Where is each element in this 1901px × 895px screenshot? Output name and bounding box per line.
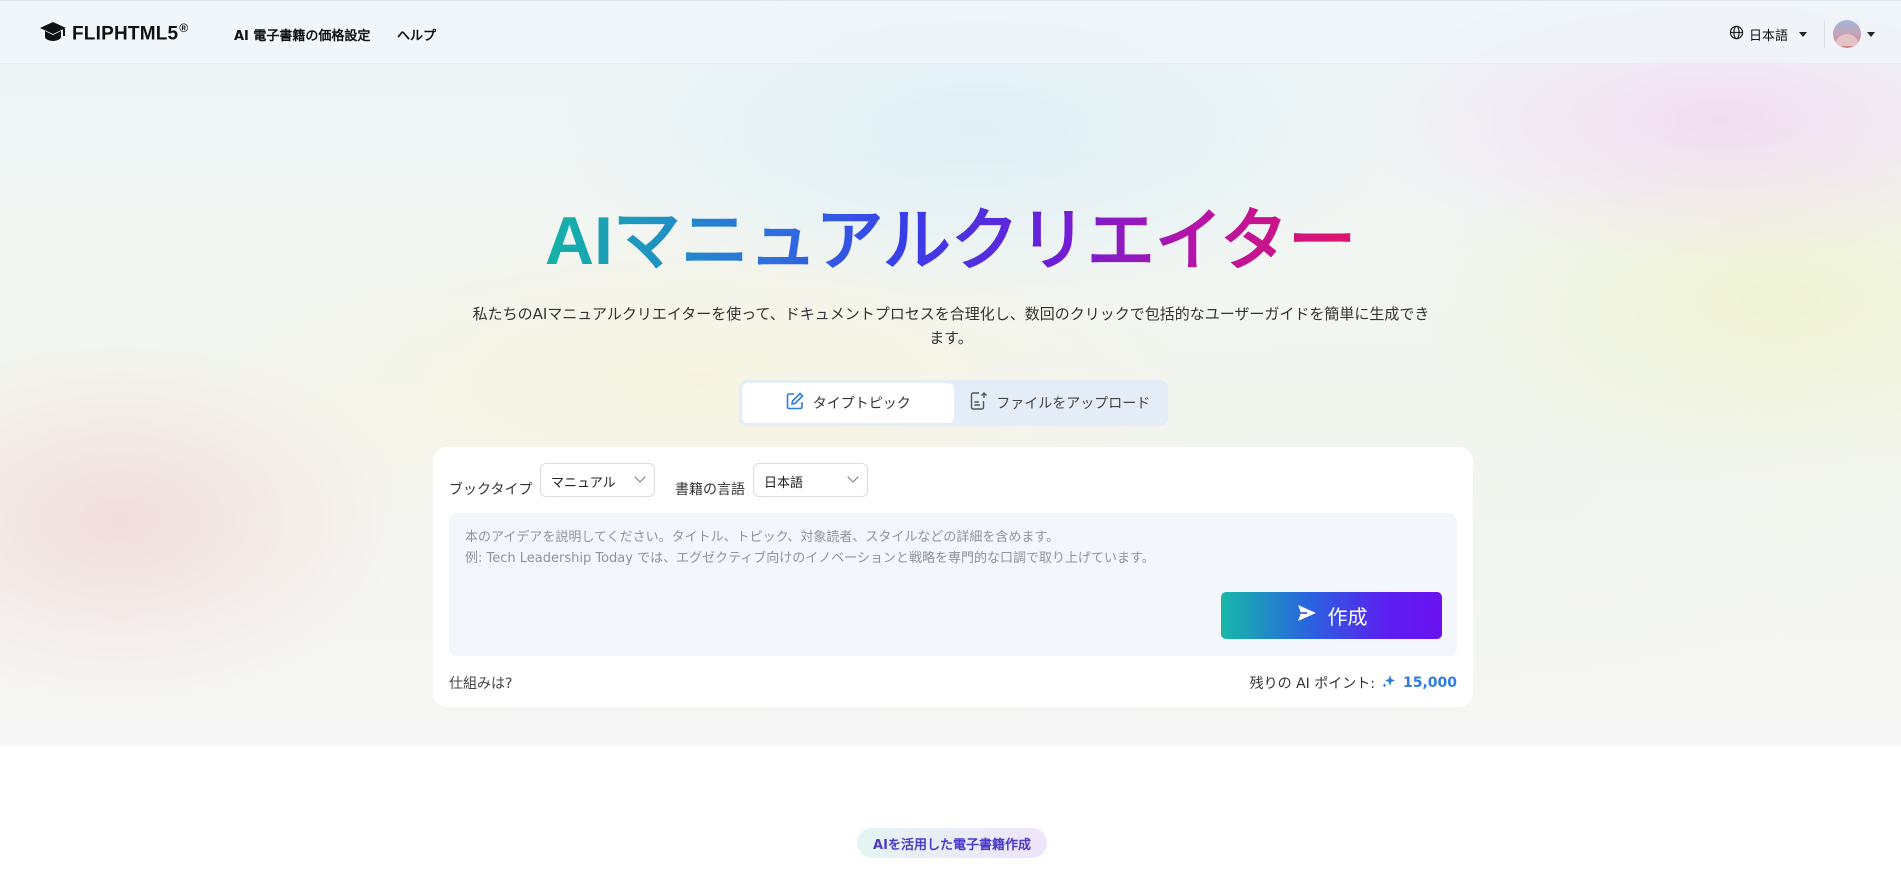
logo-text: FLIPHTML5® — [72, 20, 189, 45]
book-language-label: 書籍の言語 — [675, 482, 745, 498]
book-type-select[interactable]: マニュアル — [540, 463, 655, 497]
ai-points-label: 残りの AI ポイント: — [1249, 676, 1375, 692]
book-type-value: マニュアル — [551, 476, 616, 491]
graduation-cap-icon — [38, 20, 68, 46]
book-idea-placeholder: 本のアイデアを説明してください。タイトル、トピック、対象読者、スタイルなどの詳細… — [465, 530, 1155, 566]
edit-icon — [785, 391, 805, 415]
create-book-card: ブックタイプ マニュアル 書籍の言語 日本語 本のアイデアを説明してください。タ… — [433, 447, 1473, 707]
send-icon — [1296, 602, 1318, 629]
file-upload-icon — [968, 391, 988, 415]
ai-points-value: 15,000 — [1402, 675, 1457, 691]
book-idea-textarea[interactable]: 本のアイデアを説明してください。タイトル、トピック、対象読者、スタイルなどの詳細… — [449, 513, 1457, 656]
language-switcher[interactable]: 日本語 — [1729, 25, 1808, 44]
caret-down-icon — [1867, 31, 1875, 37]
top-header: FLIPHTML5® AI 電子書籍の価格設定 ヘルプ 日本語 — [0, 0, 1901, 64]
avatar — [1833, 20, 1861, 48]
chevron-down-icon — [634, 471, 646, 483]
ai-points-display: 残りの AI ポイント: 15,000 — [1250, 673, 1457, 693]
tab-type-topic-label: タイプトピック — [812, 396, 911, 412]
book-language-value: 日本語 — [764, 476, 804, 491]
how-it-works-link[interactable]: 仕組みは? — [449, 673, 512, 693]
nav-help[interactable]: ヘルプ — [397, 25, 436, 44]
nav-ai-pricing[interactable]: AI 電子書籍の価格設定 — [234, 25, 370, 44]
book-language-select[interactable]: 日本語 — [753, 463, 868, 497]
chevron-down-icon — [847, 471, 859, 483]
sparkle-icon — [1381, 673, 1397, 693]
brand-logo[interactable]: FLIPHTML5® — [38, 21, 188, 45]
input-mode-tabs: タイプトピック ファイルをアップロード — [739, 380, 1168, 426]
page-subtitle: 私たちのAIマニュアルクリエイターを使って、ドキュメントプロセスを合理化し、数回… — [472, 305, 1430, 347]
book-type-label: ブックタイプ — [449, 482, 533, 498]
caret-down-icon — [1799, 32, 1808, 37]
section-badge: AIを活用した電子書籍作成 — [857, 828, 1047, 858]
page-title: AIマニュアルクリエイター — [544, 203, 1357, 279]
globe-icon — [1729, 25, 1744, 44]
language-label: 日本語 — [1749, 29, 1789, 44]
tab-type-topic[interactable]: タイプトピック — [742, 383, 954, 423]
user-menu[interactable] — [1824, 20, 1875, 48]
tab-upload-file[interactable]: ファイルをアップロード — [954, 383, 1166, 423]
create-button-label: 作成 — [1327, 605, 1368, 629]
tab-upload-file-label: ファイルをアップロード — [996, 396, 1151, 412]
create-button[interactable]: 作成 — [1221, 592, 1442, 639]
